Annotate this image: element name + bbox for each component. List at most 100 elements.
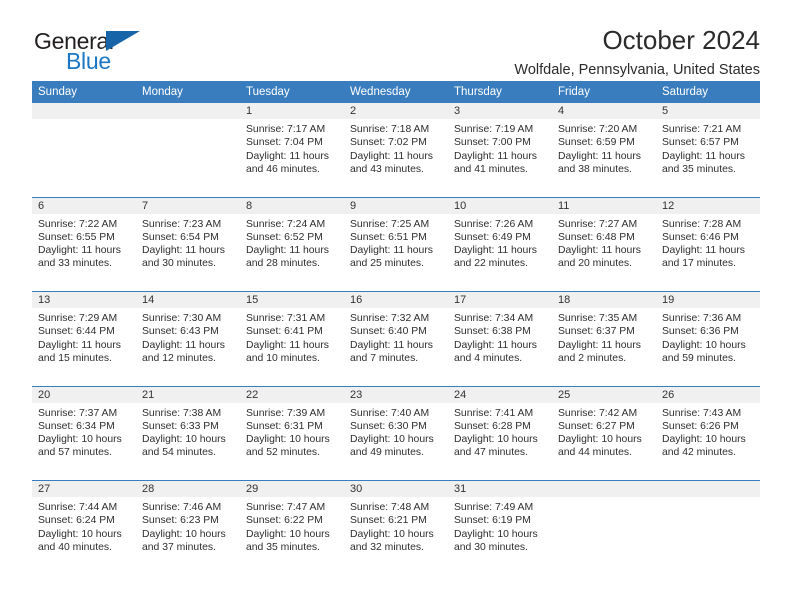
- calendar-day-cell[interactable]: 17 Sunrise: 7:34 AM Sunset: 6:38 PM Dayligh…: [448, 292, 552, 386]
- sunrise-text: Sunrise: 7:23 AM: [142, 218, 222, 230]
- calendar-day-cell[interactable]: 15 Sunrise: 7:31 AM Sunset: 6:41 PM Dayligh…: [240, 292, 344, 386]
- day-number: 8: [240, 197, 344, 214]
- calendar-day-cell[interactable]: 21 Sunrise: 7:38 AM Sunset: 6:33 PM Dayligh…: [136, 386, 240, 480]
- day-details: Sunrise: 7:25 AM Sunset: 6:51 PM Daylight:…: [344, 214, 448, 271]
- calendar-day-cell[interactable]: 7 Sunrise: 7:23 AM Sunset: 6:54 PM Daylight…: [136, 197, 240, 291]
- day-number: [552, 481, 656, 497]
- sunset-text: Sunset: 7:00 PM: [454, 137, 531, 149]
- daylight-text-line2: and 15 minutes.: [38, 352, 112, 364]
- day-number: 13: [32, 292, 136, 308]
- daylight-text-line1: Daylight: 10 hours: [454, 528, 538, 540]
- day-details: Sunrise: 7:44 AM Sunset: 6:24 PM Daylight:…: [32, 497, 136, 554]
- daylight-text-line1: Daylight: 10 hours: [662, 339, 746, 351]
- sunset-text: Sunset: 6:37 PM: [558, 326, 635, 338]
- sunset-text: Sunset: 6:33 PM: [142, 420, 219, 432]
- day-details: Sunrise: 7:24 AM Sunset: 6:52 PM Daylight:…: [240, 214, 344, 271]
- day-details: Sunrise: 7:20 AM Sunset: 6:59 PM Daylight:…: [552, 119, 656, 176]
- calendar-day-cell[interactable]: 22 Sunrise: 7:39 AM Sunset: 6:31 PM Dayligh…: [240, 386, 344, 480]
- day-details: Sunrise: 7:34 AM Sunset: 6:38 PM Daylight:…: [448, 308, 552, 365]
- calendar-day-cell[interactable]: 28 Sunrise: 7:46 AM Sunset: 6:23 PM Dayligh…: [136, 481, 240, 575]
- day-number: 27: [32, 481, 136, 497]
- calendar-day-cell[interactable]: 9 Sunrise: 7:25 AM Sunset: 6:51 PM Daylight…: [344, 197, 448, 291]
- calendar-day-cell[interactable]: 25 Sunrise: 7:42 AM Sunset: 6:27 PM Dayligh…: [552, 386, 656, 480]
- sunset-text: Sunset: 6:31 PM: [246, 420, 323, 432]
- day-number: 23: [344, 386, 448, 403]
- calendar-day-cell[interactable]: 14 Sunrise: 7:30 AM Sunset: 6:43 PM Dayligh…: [136, 292, 240, 386]
- calendar-day-cell[interactable]: 8 Sunrise: 7:24 AM Sunset: 6:52 PM Daylight…: [240, 197, 344, 291]
- calendar-day-cell[interactable]: 19 Sunrise: 7:36 AM Sunset: 6:36 PM Dayligh…: [656, 292, 760, 386]
- sunrise-text: Sunrise: 7:29 AM: [38, 313, 118, 324]
- daylight-text-line2: and 32 minutes.: [350, 541, 424, 553]
- daylight-text-line1: Daylight: 11 hours: [558, 245, 641, 257]
- logo-text-blue: Blue: [66, 48, 111, 74]
- weekday-header-saturday: Saturday: [662, 86, 709, 98]
- day-number: 16: [344, 292, 448, 308]
- daylight-text-line1: Daylight: 11 hours: [38, 339, 121, 351]
- calendar-day-cell[interactable]: 24 Sunrise: 7:41 AM Sunset: 6:28 PM Dayligh…: [448, 386, 552, 480]
- day-number: 7: [136, 197, 240, 214]
- day-details: Sunrise: 7:42 AM Sunset: 6:27 PM Daylight:…: [552, 403, 656, 460]
- calendar-day-cell[interactable]: 16 Sunrise: 7:32 AM Sunset: 6:40 PM Dayligh…: [344, 292, 448, 386]
- calendar-day-cell[interactable]: 3 Sunrise: 7:19 AM Sunset: 7:00 PM Daylight…: [448, 103, 552, 197]
- daylight-text-line1: Daylight: 11 hours: [558, 150, 641, 162]
- calendar-day-cell[interactable]: 27 Sunrise: 7:44 AM Sunset: 6:24 PM Dayligh…: [32, 481, 136, 575]
- sunset-text: Sunset: 6:34 PM: [38, 420, 115, 432]
- daylight-text-line2: and 35 minutes.: [246, 541, 320, 553]
- calendar-day-cell[interactable]: 20 Sunrise: 7:37 AM Sunset: 6:34 PM Dayligh…: [32, 386, 136, 480]
- day-number: 18: [552, 292, 656, 308]
- day-details: Sunrise: 7:31 AM Sunset: 6:41 PM Daylight:…: [240, 308, 344, 365]
- calendar-day-cell[interactable]: 2 Sunrise: 7:18 AM Sunset: 7:02 PM Daylight…: [344, 103, 448, 197]
- calendar-day-cell[interactable]: 18 Sunrise: 7:35 AM Sunset: 6:37 PM Dayligh…: [552, 292, 656, 386]
- day-details: Sunrise: 7:18 AM Sunset: 7:02 PM Daylight:…: [344, 119, 448, 176]
- sunrise-text: Sunrise: 7:36 AM: [662, 313, 742, 324]
- day-details: Sunrise: 7:40 AM Sunset: 6:30 PM Daylight:…: [344, 403, 448, 460]
- calendar-day-cell[interactable]: 1 Sunrise: 7:17 AM Sunset: 7:04 PM Daylight…: [240, 103, 344, 197]
- day-number: 12: [656, 197, 760, 214]
- calendar-day-cell[interactable]: 13 Sunrise: 7:29 AM Sunset: 6:44 PM Dayligh…: [32, 292, 136, 386]
- sunrise-text: Sunrise: 7:17 AM: [246, 124, 326, 135]
- weekday-header-thursday: Thursday: [454, 86, 502, 98]
- calendar-day-cell[interactable]: 31 Sunrise: 7:49 AM Sunset: 6:19 PM Dayligh…: [448, 481, 552, 575]
- day-number: 24: [448, 386, 552, 403]
- sunset-text: Sunset: 6:27 PM: [558, 420, 635, 432]
- sunrise-text: Sunrise: 7:37 AM: [38, 407, 118, 419]
- calendar-day-cell[interactable]: 29 Sunrise: 7:47 AM Sunset: 6:22 PM Dayligh…: [240, 481, 344, 575]
- sunset-text: Sunset: 6:21 PM: [350, 515, 427, 527]
- calendar-day-cell[interactable]: 4 Sunrise: 7:20 AM Sunset: 6:59 PM Daylight…: [552, 103, 656, 197]
- weekday-header-monday: Monday: [142, 86, 183, 98]
- sunset-text: Sunset: 6:57 PM: [662, 137, 739, 149]
- daylight-text-line2: and 30 minutes.: [142, 258, 216, 270]
- calendar-day-cell[interactable]: 6 Sunrise: 7:22 AM Sunset: 6:55 PM Daylight…: [32, 197, 136, 291]
- calendar-day-cell[interactable]: 5 Sunrise: 7:21 AM Sunset: 6:57 PM Daylight…: [656, 103, 760, 197]
- calendar-day-cell[interactable]: 11 Sunrise: 7:27 AM Sunset: 6:48 PM Dayligh…: [552, 197, 656, 291]
- sunset-text: Sunset: 6:36 PM: [662, 326, 739, 338]
- calendar-day-cell[interactable]: 12 Sunrise: 7:28 AM Sunset: 6:46 PM Dayligh…: [656, 197, 760, 291]
- calendar-week-row: 20 Sunrise: 7:37 AM Sunset: 6:34 PM Dayligh…: [32, 385, 760, 480]
- day-details: Sunrise: 7:30 AM Sunset: 6:43 PM Daylight:…: [136, 308, 240, 365]
- calendar-day-cell[interactable]: 30 Sunrise: 7:48 AM Sunset: 6:21 PM Dayligh…: [344, 481, 448, 575]
- daylight-text-line2: and 44 minutes.: [558, 447, 632, 459]
- daylight-text-line2: and 42 minutes.: [662, 447, 736, 459]
- weekday-header-sunday: Sunday: [38, 86, 78, 98]
- sunrise-text: Sunrise: 7:20 AM: [558, 124, 638, 135]
- calendar-day-cell[interactable]: 23 Sunrise: 7:40 AM Sunset: 6:30 PM Dayligh…: [344, 386, 448, 480]
- sunset-text: Sunset: 6:19 PM: [454, 515, 531, 527]
- day-details: Sunrise: 7:32 AM Sunset: 6:40 PM Daylight:…: [344, 308, 448, 365]
- daylight-text-line1: Daylight: 11 hours: [246, 245, 329, 257]
- day-number: 9: [344, 197, 448, 214]
- daylight-text-line1: Daylight: 11 hours: [662, 150, 745, 162]
- calendar-day-cell[interactable]: 26 Sunrise: 7:43 AM Sunset: 6:26 PM Dayligh…: [656, 386, 760, 480]
- generalblue-logo[interactable]: General Blue: [32, 24, 152, 78]
- sunrise-text: Sunrise: 7:22 AM: [38, 218, 118, 230]
- day-details: Sunrise: 7:48 AM Sunset: 6:21 PM Daylight:…: [344, 497, 448, 554]
- weekday-header-tuesday: Tuesday: [246, 86, 290, 98]
- day-number: 15: [240, 292, 344, 308]
- daylight-text-line1: Daylight: 10 hours: [142, 528, 226, 540]
- daylight-text-line2: and 20 minutes.: [558, 258, 632, 270]
- day-details: Sunrise: 7:38 AM Sunset: 6:33 PM Daylight:…: [136, 403, 240, 460]
- weekday-header-wednesday: Wednesday: [350, 86, 411, 98]
- sunrise-text: Sunrise: 7:32 AM: [350, 313, 430, 324]
- day-details: Sunrise: 7:41 AM Sunset: 6:28 PM Daylight:…: [448, 403, 552, 460]
- calendar-page: General Blue October 2024 Wolfdale, Penn…: [0, 0, 792, 612]
- calendar-day-cell[interactable]: 10 Sunrise: 7:26 AM Sunset: 6:49 PM Dayligh…: [448, 197, 552, 291]
